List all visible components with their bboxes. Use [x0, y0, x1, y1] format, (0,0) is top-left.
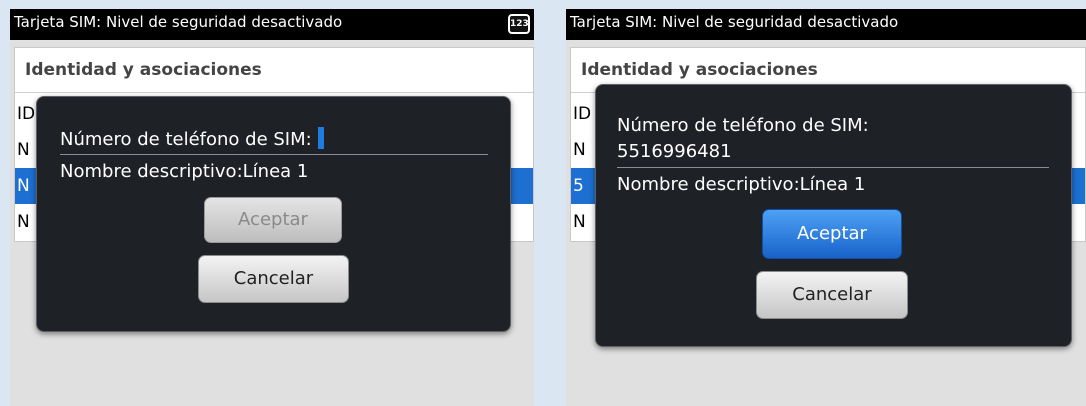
screen-right: Tarjeta SIM: Nivel de seguridad desactiv…	[566, 9, 1086, 406]
cancel-button[interactable]: Cancelar	[756, 271, 908, 319]
numeric-input-mode-icon: 123	[508, 14, 530, 34]
phone-number-field[interactable]: Número de teléfono de SIM:	[60, 127, 324, 150]
edit-sim-dialog: Número de teléfono de SIM: Nombre descri…	[36, 96, 511, 332]
phone-number-label: Número de teléfono de SIM:	[617, 115, 869, 136]
text-cursor	[317, 127, 324, 149]
screen-title: Tarjeta SIM: Nivel de seguridad desactiv…	[570, 13, 899, 31]
field-divider	[60, 154, 488, 155]
descriptive-name-field[interactable]: Nombre descriptivo:Línea 1	[60, 161, 308, 182]
screen-left: Tarjeta SIM: Nivel de seguridad desactiv…	[10, 9, 534, 406]
title-bar: Tarjeta SIM: Nivel de seguridad desactiv…	[10, 9, 534, 40]
screen-title: Tarjeta SIM: Nivel de seguridad desactiv…	[14, 13, 343, 31]
phone-number-field[interactable]: 5516996481	[617, 141, 732, 162]
accept-button[interactable]: Aceptar	[204, 197, 342, 243]
section-header: Identidad y asociaciones	[15, 48, 533, 93]
cancel-button[interactable]: Cancelar	[198, 255, 349, 303]
accept-button[interactable]: Aceptar	[762, 209, 902, 259]
phone-number-label: Número de teléfono de SIM:	[60, 129, 312, 150]
title-bar: Tarjeta SIM: Nivel de seguridad desactiv…	[566, 9, 1086, 40]
edit-sim-dialog: Número de teléfono de SIM: 5516996481 No…	[595, 84, 1072, 347]
field-divider	[617, 167, 1049, 168]
descriptive-name-field[interactable]: Nombre descriptivo:Línea 1	[617, 174, 865, 195]
